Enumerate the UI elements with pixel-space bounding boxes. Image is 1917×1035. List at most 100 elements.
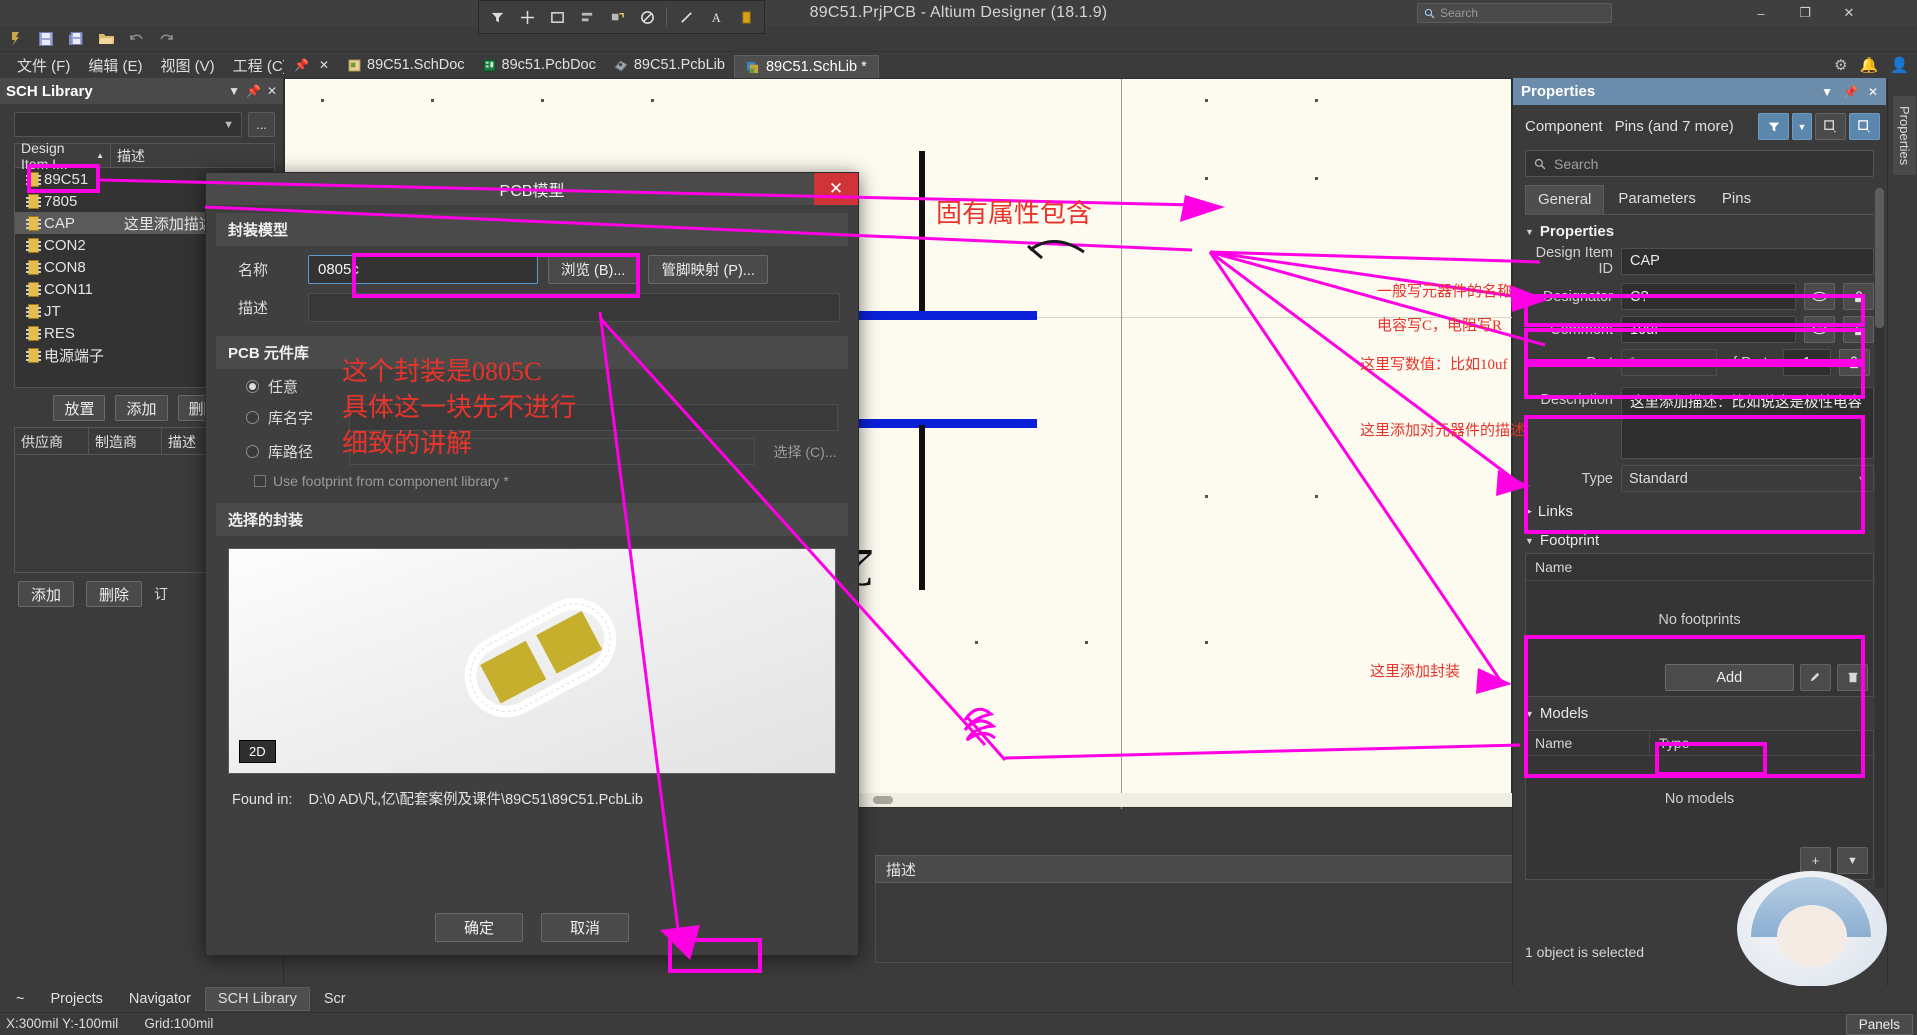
properties-search-input[interactable]: Search (1525, 150, 1874, 177)
select-all-icon[interactable] (1815, 113, 1846, 140)
col-manufacturer[interactable]: 制造商 (89, 428, 162, 454)
altium-icon[interactable] (6, 29, 26, 49)
eraser-icon[interactable] (633, 3, 661, 31)
scrollbar-thumb[interactable] (873, 796, 893, 804)
close-icon[interactable]: ✕ (319, 58, 329, 72)
bottom-tab-scr[interactable]: Scr (312, 988, 358, 1010)
footprint-section-header[interactable]: ▼ Footprint (1513, 524, 1886, 553)
choose-path-button[interactable]: 选择 (C)... (770, 442, 848, 462)
tab-general[interactable]: General (1525, 185, 1605, 214)
links-section-header[interactable]: ▶ Links (1513, 495, 1886, 524)
place-button[interactable]: 放置 (53, 395, 106, 421)
bell-icon[interactable]: 🔔 (1860, 56, 1879, 74)
vertical-tab-properties[interactable]: Properties (1893, 96, 1916, 176)
panels-button[interactable]: Panels (1845, 1014, 1913, 1035)
line-icon[interactable] (672, 3, 700, 31)
models-section-header[interactable]: ▼ Models (1513, 697, 1886, 726)
select-toggle-icon[interactable] (1849, 113, 1880, 140)
rectangle-icon[interactable] (543, 3, 571, 31)
radio-any-row[interactable]: 任意 (216, 369, 848, 397)
edit-pencil-icon[interactable] (1800, 664, 1831, 691)
menu-view[interactable]: 视图 (V) (152, 53, 224, 78)
open-folder-icon[interactable] (96, 29, 116, 49)
bottom-tab-navigator[interactable]: Navigator (117, 988, 203, 1010)
filter-icon[interactable] (483, 3, 511, 31)
gear-icon[interactable]: ⚙ (1834, 56, 1847, 74)
type-select[interactable]: Standard ▼ (1621, 465, 1874, 492)
comment-field[interactable]: 10uf (1621, 316, 1796, 343)
browse-button[interactable]: 浏览 (B)... (548, 255, 639, 284)
library-select[interactable]: ▼ (14, 112, 242, 137)
add-button[interactable]: 添加 (115, 395, 168, 421)
part-select[interactable]: 1 ▼ (1621, 349, 1717, 376)
pin-map-button[interactable]: 管脚映射 (P)... (648, 255, 768, 284)
save-all-icon[interactable] (66, 29, 86, 49)
pin-icon[interactable]: 📌 (246, 84, 261, 98)
pin-icon[interactable]: 📌 (294, 58, 309, 72)
close-icon[interactable]: ✕ (267, 84, 277, 98)
filter-dropdown-icon[interactable]: ▼ (1792, 113, 1812, 140)
bottom-tab-home[interactable]: ~ (4, 988, 36, 1010)
snap-icon[interactable] (603, 3, 631, 31)
libname-input[interactable] (349, 404, 838, 431)
delete-trash-icon[interactable] (1837, 664, 1868, 691)
tab-schlib[interactable]: 89C51.SchLib * (733, 55, 879, 78)
description-textarea[interactable]: 这里添加描述：比如说这是极性电容 (1621, 387, 1874, 459)
pin-icon[interactable]: 📌 (1843, 85, 1858, 99)
col-description[interactable]: 描述 (111, 144, 274, 167)
models-menu-icon[interactable]: ▼ (1837, 847, 1868, 874)
lock-icon[interactable] (1843, 283, 1874, 310)
col-supplier[interactable]: 供应商 (15, 428, 89, 454)
footprint-add-button[interactable]: Add (1664, 664, 1794, 691)
close-button[interactable]: ✕ (1841, 5, 1857, 21)
minimize-button[interactable]: – (1753, 5, 1769, 21)
menu-file[interactable]: 文件 (F) (8, 53, 79, 78)
text-icon[interactable]: A (702, 3, 730, 31)
bottom-tab-schlibrary[interactable]: SCH Library (204, 987, 310, 1011)
design-item-id-field[interactable]: CAP (1621, 247, 1874, 275)
footprint-desc-input[interactable] (308, 293, 840, 322)
global-search-input[interactable]: Search (1417, 3, 1612, 23)
dialog-close-button[interactable]: ✕ (814, 173, 858, 205)
supplier-add-button[interactable]: 添加 (18, 581, 75, 607)
radio-libpath-row[interactable]: 库路径 选择 (C)... (216, 431, 848, 465)
chevron-down-icon[interactable]: ▼ (228, 84, 240, 98)
save-icon[interactable] (36, 29, 56, 49)
user-icon[interactable]: 👤 (1890, 56, 1909, 74)
lock-icon[interactable] (1838, 349, 1870, 376)
libpath-input[interactable] (349, 438, 755, 465)
use-component-library-row[interactable]: Use footprint from component library * (216, 465, 848, 489)
col-design-item-id[interactable]: Design Item I... ▲ (15, 140, 111, 172)
dialog-ok-button[interactable]: 确定 (435, 912, 523, 942)
undo-icon[interactable] (126, 29, 146, 49)
align-icon[interactable] (573, 3, 601, 31)
tab-pcblib[interactable]: 89C51.PcbLib (605, 54, 734, 76)
tab-pins[interactable]: Pins (1710, 185, 1763, 214)
chevron-down-icon[interactable]: ▼ (1821, 85, 1833, 99)
library-options-button[interactable]: ... (248, 112, 275, 137)
preview-2d-badge[interactable]: 2D (239, 740, 276, 763)
crosshair-icon[interactable] (513, 3, 541, 31)
tab-parameters[interactable]: Parameters (1606, 185, 1708, 214)
eye-icon[interactable] (1804, 316, 1835, 343)
tab-pcbdoc[interactable]: 89c51.PcbDoc (474, 54, 605, 76)
properties-section-header[interactable]: ▼ Properties (1513, 215, 1886, 242)
dialog-cancel-button[interactable]: 取消 (541, 912, 629, 942)
redo-icon[interactable] (156, 29, 176, 49)
color-icon[interactable] (732, 3, 760, 31)
supplier-delete-button[interactable]: 删除 (86, 581, 143, 607)
footprint-preview[interactable]: 2D (228, 548, 836, 774)
close-icon[interactable]: ✕ (1868, 85, 1878, 99)
designator-field[interactable]: C? (1621, 283, 1796, 310)
footprint-name-input[interactable]: 0805c (308, 255, 538, 284)
models-add-icon[interactable]: + (1800, 847, 1831, 874)
eye-icon[interactable] (1804, 283, 1835, 310)
scrollbar-thumb[interactable] (1875, 188, 1884, 328)
maximize-button[interactable]: ❐ (1797, 5, 1813, 21)
radio-libname-row[interactable]: 库名字 (216, 397, 848, 431)
filter-icon[interactable] (1758, 113, 1789, 140)
tab-schdoc[interactable]: 89C51.SchDoc (339, 54, 474, 76)
supplier-order-label[interactable]: 订 (154, 584, 168, 604)
properties-scrollbar[interactable] (1875, 188, 1884, 888)
pins-more-label[interactable]: Pins (and 7 more) (1615, 118, 1734, 135)
